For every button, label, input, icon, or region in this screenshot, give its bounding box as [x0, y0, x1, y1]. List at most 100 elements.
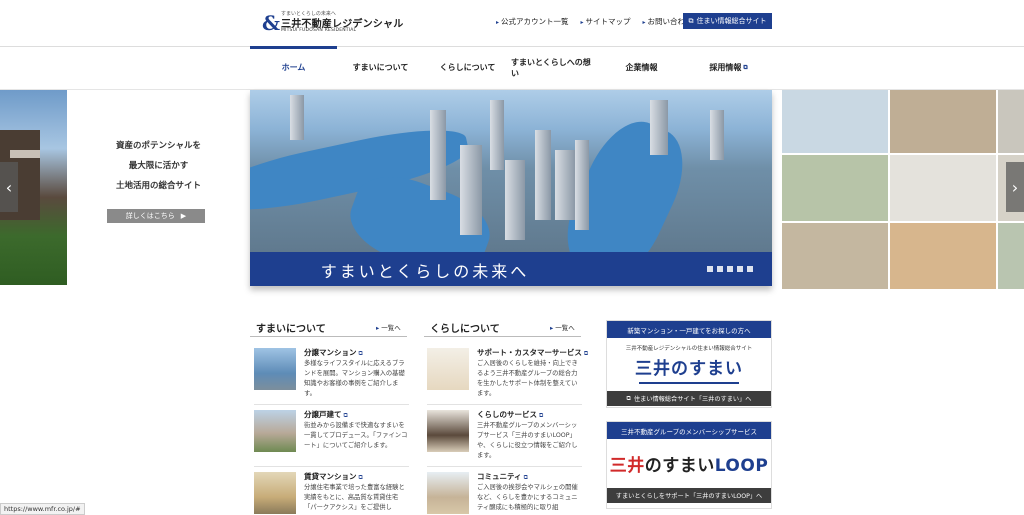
- sumai-more-link[interactable]: 一覧へ: [376, 322, 401, 332]
- external-link-icon: ⧉: [358, 474, 363, 481]
- promo-details-label: 詳しくはこちら: [125, 212, 175, 220]
- promo-text: 資産のポテンシャルを 最大限に活かす 土地活用の総合サイト: [67, 136, 250, 196]
- promo-line: 資産のポテンシャルを: [115, 141, 201, 151]
- banner-foot-label: すまいとくらしをサポート「三井のすまいLOOP」へ: [615, 493, 763, 500]
- card-rental[interactable]: 賃貸マンション ⧉ 分譲住宅事業で培った豊富な経験と実績をもとに、高品質な賃貸住宅…: [254, 467, 409, 515]
- carousel-dot[interactable]: [707, 266, 713, 272]
- next-slide-tile: [998, 223, 1024, 289]
- carousel-prev-button[interactable]: ‹: [0, 162, 18, 212]
- banner-head: 三井不動産グループのメンバーシップサービス: [607, 422, 771, 439]
- next-slide-tile: [782, 90, 888, 153]
- next-slide-tile: [782, 155, 888, 221]
- carousel-dot[interactable]: [747, 266, 753, 272]
- nav-item-label: すまいとくらしへの想い: [511, 57, 591, 78]
- living-service-thumbnail: [427, 410, 469, 452]
- banner-foot: すまいとくらしをサポート「三井のすまいLOOP」へ: [607, 488, 771, 503]
- carousel-pagination: [707, 266, 753, 272]
- nav-item-label: くらしについて: [439, 63, 496, 72]
- next-slide-tile: [890, 223, 996, 289]
- global-nav: ホーム すまいについて くらしについて すまいとくらしへの想い 企業情報 採用情…: [250, 46, 772, 89]
- card-desc: 分譲住宅事業で培った豊富な経験と実績をもとに、高品質な賃貸住宅「パークアクシス」…: [304, 484, 405, 511]
- nav-item-sumai[interactable]: すまいについて: [337, 46, 424, 89]
- card-condo[interactable]: 分譲マンション ⧉ 多様なライフスタイルに応えるブランドを展開。マンション購入の基…: [254, 343, 409, 405]
- housing-info-site-button[interactable]: ⧉ 住まい情報総合サイト: [683, 13, 772, 29]
- tower-shape: [575, 140, 589, 230]
- carousel-dot[interactable]: [727, 266, 733, 272]
- loop-logo-mid: のすまい: [644, 456, 715, 476]
- card-support[interactable]: サポート・カスタマーサービス ⧉ ご入居後のくらしを維持・向上できるよう三井不動産…: [427, 343, 588, 405]
- tower-shape: [490, 100, 504, 170]
- promo-line: 最大限に活かす: [128, 161, 189, 171]
- nav-item-label: 企業情報: [625, 63, 658, 72]
- external-link-icon: ⧉: [539, 412, 544, 419]
- browser-status-url: https://www.mfr.co.jp/#: [0, 503, 85, 515]
- card-title-text: 分譲マンション: [304, 348, 357, 357]
- nav-item-kurashi[interactable]: くらしについて: [424, 46, 511, 89]
- promo-details-button[interactable]: 詳しくはこちら ▶: [107, 209, 205, 223]
- carousel-dot[interactable]: [737, 266, 743, 272]
- card-community[interactable]: コミュニティ ⧉ ご入居後の挨拶会やマルシェの開催など、くらしを豊かにするコミュニ…: [427, 467, 582, 515]
- mitsui-loop-banner[interactable]: 三井不動産グループのメンバーシップサービス 三井のすまいLOOP すまいとくらし…: [606, 421, 772, 509]
- nav-item-company[interactable]: 企業情報: [598, 46, 685, 89]
- utility-link-sitemap[interactable]: サイトマップ: [581, 16, 631, 27]
- tower-shape: [505, 160, 525, 240]
- card-title: 分譲戸建て ⧉: [304, 409, 348, 420]
- card-living-service[interactable]: くらしのサービス ⧉ 三井不動産グループのメンバーシップサービス「三井のすまいLO…: [427, 405, 582, 467]
- card-title-text: くらしのサービス: [477, 410, 537, 419]
- land-use-promo: 資産のポテンシャルを 最大限に活かす 土地活用の総合サイト 詳しくはこちら ▶: [67, 90, 250, 285]
- card-title-text: サポート・カスタマーサービス: [477, 348, 582, 357]
- banner-sub: 三井不動産レジデンシャルの住まい情報総合サイト: [625, 346, 753, 352]
- hero-slide[interactable]: すまいとくらしの未来へ: [250, 90, 772, 286]
- housing-info-site-label: 住まい情報総合サイト: [696, 17, 767, 25]
- hero-caption: すまいとくらしの未来へ: [320, 262, 530, 281]
- next-slide-tile: [782, 223, 888, 289]
- external-link-icon: ⧉: [523, 474, 528, 481]
- card-house[interactable]: 分譲戸建て ⧉ 街並みから設備まで快適なすまいを一貫してプロデュース。「ファインコ…: [254, 405, 409, 467]
- external-link-icon: ⧉: [358, 350, 363, 357]
- tower-shape: [650, 100, 668, 155]
- tower-shape: [555, 150, 575, 220]
- loop-logo-end: LOOP: [714, 456, 769, 476]
- card-desc: ご入居後の挨拶会やマルシェの開催など、くらしを豊かにするコミュニティ醸成にも積極…: [477, 484, 578, 511]
- logo-underline: [639, 382, 739, 384]
- kurashi-more-link[interactable]: 一覧へ: [550, 322, 575, 332]
- next-slide-tile: [890, 90, 996, 153]
- carousel-next-button[interactable]: ›: [1006, 162, 1024, 212]
- banner-foot: ⧉ 住まい情報総合サイト「三井のすまい」へ: [607, 391, 771, 406]
- tower-shape: [535, 130, 551, 220]
- nav-item-recruit[interactable]: 採用情報 ⧉: [685, 46, 772, 89]
- rental-thumbnail: [254, 472, 296, 514]
- card-title: コミュニティ ⧉: [477, 471, 528, 482]
- site-logo[interactable]: & すまいとくらしの未来へ 三井不動産レジデンシャル MITSUI FUDOSA…: [262, 10, 403, 34]
- section-rule: [424, 336, 581, 337]
- external-link-icon: ⧉: [583, 350, 589, 357]
- balcony-shape: [10, 150, 40, 158]
- next-slide-image[interactable]: [782, 90, 1024, 289]
- promo-line: 土地活用の総合サイト: [115, 181, 201, 191]
- tower-shape: [460, 145, 482, 235]
- external-link-icon: ⧉: [743, 63, 748, 71]
- utility-links: 公式アカウント一覧 サイトマップ お問い合わせ: [496, 16, 693, 27]
- card-title: くらしのサービス ⧉: [477, 409, 543, 420]
- external-link-icon: ⧉: [343, 412, 348, 419]
- chevron-left-icon: ‹: [5, 177, 13, 197]
- next-slide-tile: [998, 90, 1024, 153]
- mitsui-sumai-logo: 三井のすまい: [635, 359, 743, 379]
- card-title-text: コミュニティ: [477, 472, 522, 481]
- utility-link-accounts[interactable]: 公式アカウント一覧: [496, 16, 569, 27]
- mitsui-sumai-banner[interactable]: 新築マンション・一戸建てをお探しの方へ 三井不動産レジデンシャルの住まい情報総合…: [606, 320, 772, 408]
- carousel-dot[interactable]: [717, 266, 723, 272]
- card-title: 賃貸マンション ⧉: [304, 471, 363, 482]
- logo-english: MITSUI FUDOSAN RESIDENTIAL: [281, 28, 357, 33]
- card-desc: 三井不動産グループのメンバーシップサービス「三井のすまいLOOP」や、くらしに役…: [477, 422, 578, 459]
- next-slide-tile: [890, 155, 996, 221]
- section-rule: [250, 336, 407, 337]
- play-arrow-icon: ▶: [180, 212, 187, 220]
- house-thumbnail: [254, 410, 296, 452]
- card-desc: 多様なライフスタイルに応えるブランドを展開。マンション購入の基礎知識やお客様の事…: [304, 360, 405, 397]
- external-link-icon: ⧉: [688, 16, 694, 25]
- nav-item-vision[interactable]: すまいとくらしへの想い: [511, 46, 598, 89]
- tower-shape: [290, 95, 304, 140]
- card-title: サポート・カスタマーサービス ⧉: [477, 347, 588, 358]
- nav-item-home[interactable]: ホーム: [250, 46, 337, 89]
